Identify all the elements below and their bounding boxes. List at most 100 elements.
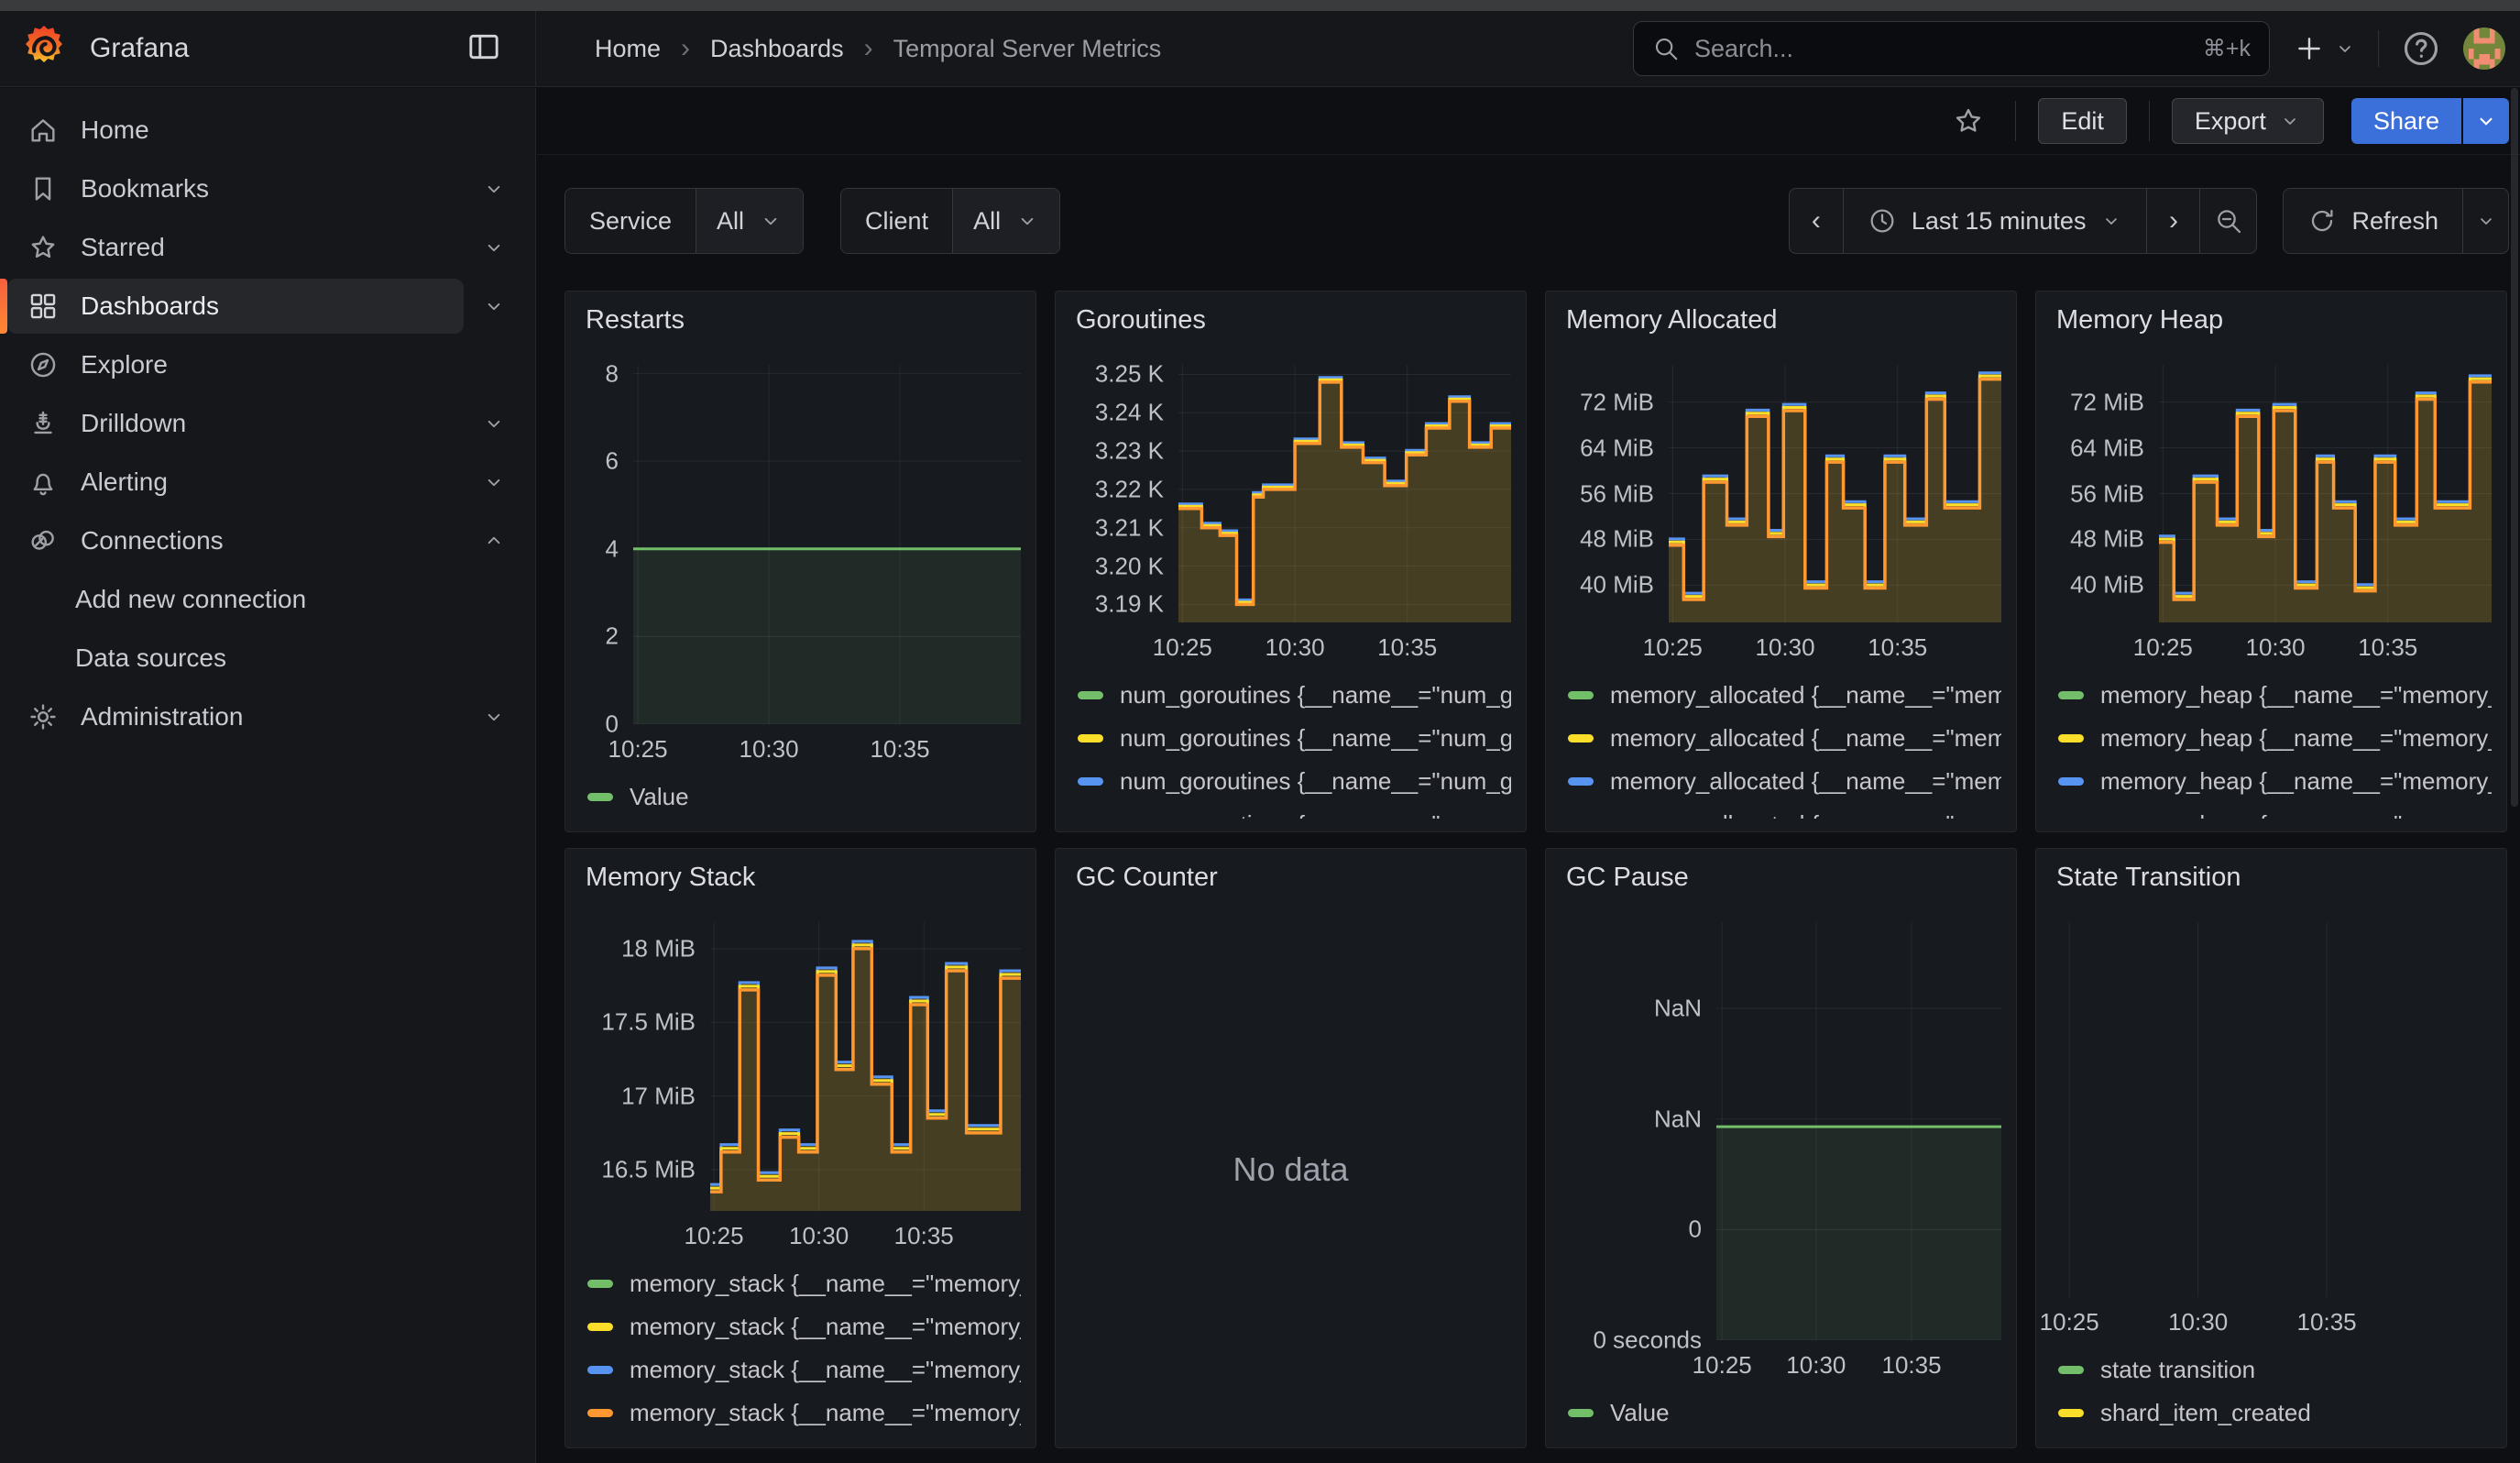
plus-icon xyxy=(2294,33,2325,64)
help-button[interactable] xyxy=(2401,28,2441,69)
breadcrumb-item[interactable]: Home xyxy=(595,35,661,63)
y-axis-label: 0 seconds xyxy=(1593,1326,1702,1355)
legend-item[interactable]: shard_item_created xyxy=(2058,1392,2492,1435)
sidebar-item-add-new-connection[interactable]: Add new connection xyxy=(0,570,535,629)
page-scrollbar[interactable] xyxy=(2511,88,2518,807)
filter-client[interactable]: ClientAll xyxy=(840,188,1060,254)
plot-canvas xyxy=(633,365,1021,724)
template-variable-filters: ServiceAll ClientAll xyxy=(564,188,1060,254)
sidebar-item-drilldown[interactable]: Drilldown xyxy=(0,394,535,453)
legend-item[interactable]: num_goroutines {__name__="num_goroutines… xyxy=(1078,760,1511,803)
legend-item[interactable]: memory_heap {__name__="memory_heap", ins… xyxy=(2058,760,2492,803)
legend-item[interactable]: memory_heap {__name__="memory_heap", ins… xyxy=(2058,803,2492,819)
legend-item[interactable]: Value xyxy=(587,776,1021,819)
grafana-logo[interactable] xyxy=(20,22,68,76)
legend-swatch xyxy=(2058,777,2084,786)
time-forward-button[interactable]: › xyxy=(2146,189,2199,253)
plot-area: 02468 xyxy=(580,365,1021,724)
sidebar-item-expand[interactable] xyxy=(482,177,506,201)
app-title: Grafana xyxy=(90,33,189,64)
filter-value-dropdown[interactable]: All xyxy=(696,189,803,253)
legend-label: shard_item_created xyxy=(2100,1399,2311,1427)
sidebar-item-expand[interactable] xyxy=(482,236,506,259)
favorite-star-button[interactable] xyxy=(1953,105,1984,137)
y-axis-label: 48 MiB xyxy=(2070,525,2144,554)
legend-item[interactable]: memory_stack {__name__="memory_stack", i… xyxy=(587,1392,1021,1435)
legend-label: num_goroutines {__name__="num_goroutines… xyxy=(1120,681,1511,710)
legend-item[interactable]: num_goroutines {__name__="num_goroutines… xyxy=(1078,803,1511,819)
panel-title[interactable]: GC Counter xyxy=(1070,849,1511,904)
panel-title[interactable]: Restarts xyxy=(580,292,1021,346)
legend-item[interactable]: num_goroutines {__name__="num_goroutines… xyxy=(1078,717,1511,760)
sidebar-item-dashboards[interactable]: Dashboards xyxy=(0,277,535,336)
legend-item[interactable]: memory_allocated {__name__="memory_alloc… xyxy=(1568,803,2001,819)
refresh-icon xyxy=(2307,206,2337,236)
sidebar-item-explore[interactable]: Explore xyxy=(0,336,535,394)
chevron-down-icon xyxy=(482,705,506,729)
x-axis-label: 10:30 xyxy=(789,1222,849,1250)
sidebar-item-label: Data sources xyxy=(75,644,226,673)
legend: memory_heap {__name__="memory_heap", ins… xyxy=(2051,665,2492,819)
legend-item[interactable]: memory_heap {__name__="memory_heap", ins… xyxy=(2058,674,2492,717)
sidebar-item-connections[interactable]: Connections xyxy=(0,512,535,570)
y-axis: 02468 xyxy=(580,365,633,724)
breadcrumb-item[interactable]: Dashboards xyxy=(710,35,844,63)
sidebar-collapse-icon[interactable] xyxy=(466,28,502,70)
x-axis-label: 10:25 xyxy=(1643,633,1703,662)
sidebar-item-bookmarks[interactable]: Bookmarks xyxy=(0,160,535,218)
legend-item[interactable]: memory_allocated {__name__="memory_alloc… xyxy=(1568,674,2001,717)
panel-title[interactable]: Memory Heap xyxy=(2051,292,2492,346)
sidebar-item-expand[interactable] xyxy=(482,294,506,318)
legend-item[interactable]: num_goroutines {__name__="num_goroutines… xyxy=(1078,674,1511,717)
filter-value-dropdown[interactable]: All xyxy=(952,189,1059,253)
sidebar-item-administration[interactable]: Administration xyxy=(0,688,535,746)
add-new-button[interactable] xyxy=(2294,33,2356,64)
x-axis-label: 10:30 xyxy=(1756,633,1815,662)
legend-swatch xyxy=(1568,1409,1594,1417)
chevron-down-icon xyxy=(482,236,506,259)
time-zoom-out-button[interactable] xyxy=(2199,189,2256,253)
share-menu-button[interactable] xyxy=(2463,98,2509,144)
user-avatar[interactable] xyxy=(2463,28,2505,70)
sidebar-item-label: Drilldown xyxy=(81,409,186,438)
export-button[interactable]: Export xyxy=(2172,98,2324,144)
filter-service[interactable]: ServiceAll xyxy=(564,188,804,254)
panel-title[interactable]: Memory Allocated xyxy=(1561,292,2001,346)
y-axis: 3.19 K3.20 K3.21 K3.22 K3.23 K3.24 K3.25… xyxy=(1070,365,1178,622)
sidebar-item-expand[interactable] xyxy=(482,705,506,729)
refresh-button[interactable]: Refresh xyxy=(2284,189,2462,253)
window-top-strip xyxy=(0,0,2520,11)
sidebar-item-alerting[interactable]: Alerting xyxy=(0,453,535,512)
search-input[interactable]: Search... ⌘+k xyxy=(1633,21,2270,76)
sidebar-item-expand[interactable] xyxy=(482,412,506,435)
sidebar-item-label: Connections xyxy=(81,526,224,556)
plot-canvas xyxy=(2051,922,2492,1297)
sidebar-item-home[interactable]: Home xyxy=(0,101,535,160)
panel-title[interactable]: Memory Stack xyxy=(580,849,1021,904)
legend-item[interactable]: memory_allocated {__name__="memory_alloc… xyxy=(1568,717,2001,760)
share-button[interactable]: Share xyxy=(2351,98,2461,144)
refresh-interval-button[interactable] xyxy=(2462,189,2508,253)
sidebar-item-starred[interactable]: Starred xyxy=(0,218,535,277)
time-back-button[interactable]: ‹ xyxy=(1790,189,1843,253)
edit-button[interactable]: Edit xyxy=(2038,98,2127,144)
legend-item[interactable]: memory_stack {__name__="memory_stack", i… xyxy=(587,1262,1021,1305)
legend-item[interactable]: memory_stack {__name__="memory_stack", i… xyxy=(587,1348,1021,1392)
legend-item[interactable]: state transition xyxy=(2058,1348,2492,1392)
sidebar-item-expand[interactable] xyxy=(482,529,506,553)
sidebar-item-data-sources[interactable]: Data sources xyxy=(0,629,535,688)
legend-item[interactable]: memory_stack {__name__="memory_stack", i… xyxy=(587,1305,1021,1348)
legend-label: memory_heap {__name__="memory_heap", ins… xyxy=(2100,724,2492,753)
share-button-group: Share xyxy=(2351,98,2509,144)
panel-title[interactable]: State Transition xyxy=(2051,849,2492,904)
panel-title[interactable]: GC Pause xyxy=(1561,849,2001,904)
legend-label: memory_allocated {__name__="memory_alloc… xyxy=(1610,767,2001,796)
time-range-picker[interactable]: Last 15 minutes xyxy=(1843,189,2147,253)
x-axis-label: 10:30 xyxy=(2168,1308,2228,1336)
y-axis-label: 3.20 K xyxy=(1095,552,1164,580)
panel-title[interactable]: Goroutines xyxy=(1070,292,1511,346)
legend-item[interactable]: memory_allocated {__name__="memory_alloc… xyxy=(1568,760,2001,803)
legend-item[interactable]: Value xyxy=(1568,1392,2001,1435)
sidebar-item-expand[interactable] xyxy=(482,470,506,494)
legend-item[interactable]: memory_heap {__name__="memory_heap", ins… xyxy=(2058,717,2492,760)
